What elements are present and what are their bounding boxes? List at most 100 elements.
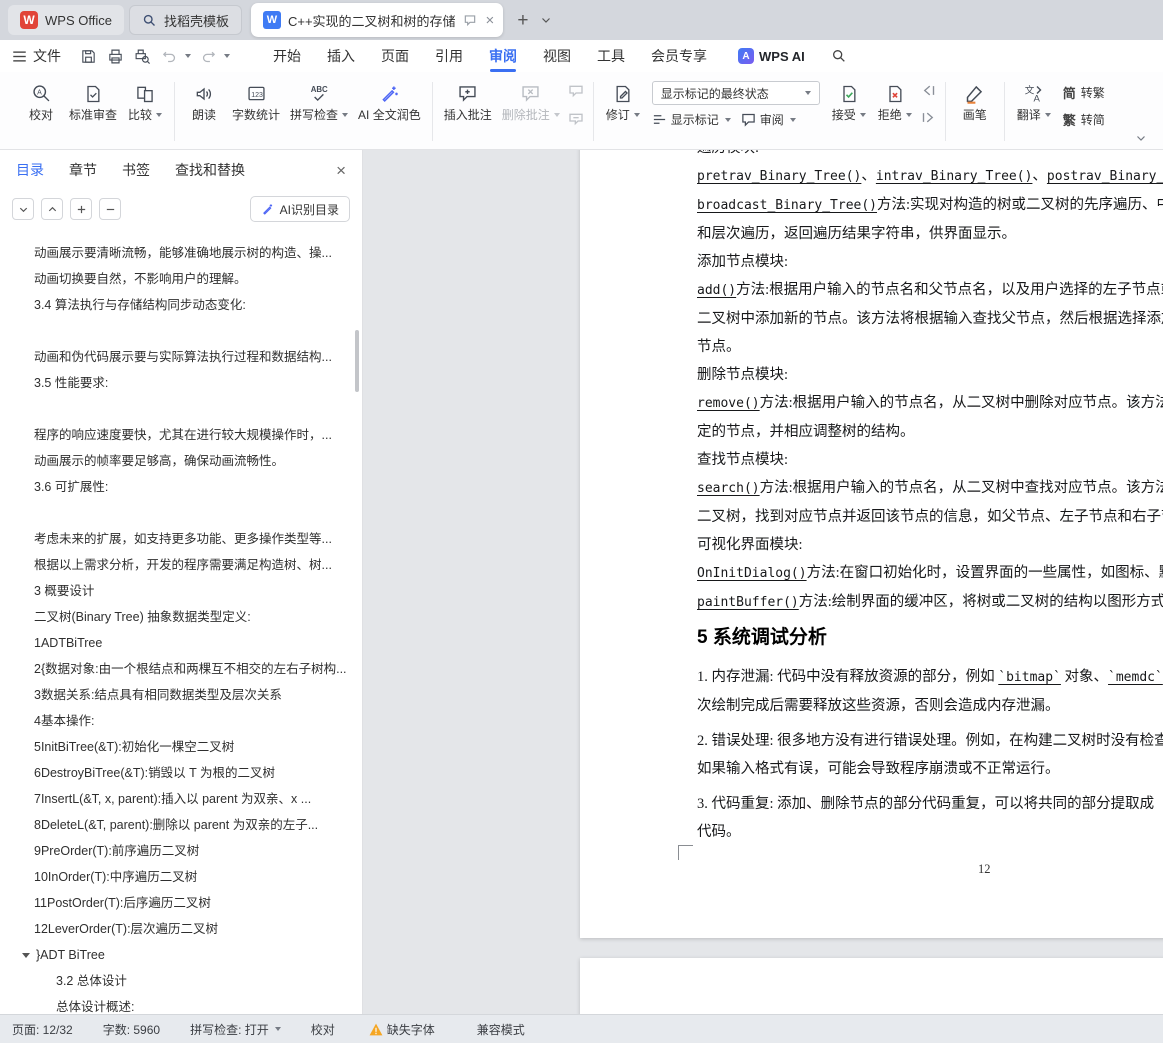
- toc-item[interactable]: 根据以上需求分析，开发的程序需要满足构造树、树...: [0, 552, 362, 578]
- collapse-arrow-icon[interactable]: [22, 952, 30, 958]
- search-icon: [832, 50, 845, 62]
- search-button[interactable]: [831, 48, 847, 64]
- tab-wps-office[interactable]: W WPS Office: [8, 5, 124, 35]
- toc-item[interactable]: 11PostOrder(T):后序遍历二叉树: [0, 890, 362, 916]
- toc-item[interactable]: 3.4 算法执行与存储结构同步动态变化:: [0, 292, 362, 318]
- tab-member[interactable]: 会员专享: [638, 40, 720, 72]
- sidebar-tab-bookmarks[interactable]: 书签: [122, 160, 150, 180]
- next-change-button[interactable]: [921, 111, 936, 129]
- tab-view[interactable]: 视图: [530, 40, 584, 72]
- toc-item[interactable]: 3数据关系:结点具有相同数据类型及层次关系: [0, 682, 362, 708]
- proofread-button[interactable]: A 校对: [18, 79, 64, 124]
- toc-item[interactable]: 4基本操作:: [0, 708, 362, 734]
- next-comment-button[interactable]: [568, 112, 584, 131]
- tab-reference[interactable]: 引用: [422, 40, 476, 72]
- word-count-indicator[interactable]: 字数: 5960: [103, 1021, 160, 1038]
- tab-insert[interactable]: 插入: [314, 40, 368, 72]
- toc-item[interactable]: 7InsertL(&T, x, parent):插入以 parent 为双亲、x…: [0, 786, 362, 812]
- markup-state-select[interactable]: 显示标记的最终状态: [651, 81, 820, 105]
- previous-change-button[interactable]: [921, 84, 936, 102]
- tab-list-caret-icon[interactable]: [540, 14, 552, 26]
- proofread-status[interactable]: 校对: [311, 1021, 335, 1038]
- spell-check-status[interactable]: 拼写检查: 打开: [190, 1021, 281, 1038]
- new-tab-button[interactable]: +: [517, 11, 528, 30]
- reject-button[interactable]: 拒绝: [872, 79, 918, 124]
- toc-item[interactable]: 动画和伪代码展示要与实际算法执行过程和数据结构...: [0, 344, 362, 370]
- to-simplified-button[interactable]: 繁 转简: [1063, 110, 1105, 129]
- toc-zoom-in-button[interactable]: [70, 198, 92, 220]
- ai-polish-button[interactable]: AI 全文润色: [353, 79, 426, 124]
- toc-item[interactable]: 总体设计概述:: [0, 994, 362, 1014]
- read-aloud-button[interactable]: 朗读: [181, 79, 227, 124]
- wps-ai-button[interactable]: A WPS AI: [738, 48, 805, 64]
- save-button[interactable]: [76, 44, 101, 68]
- redo-button[interactable]: [195, 44, 230, 68]
- toc-expand-button[interactable]: [12, 198, 34, 220]
- ribbon-separator: [944, 82, 946, 141]
- toc-item[interactable]: 6DestroyBiTree(&T):销毁以 T 为根的二叉树: [0, 760, 362, 786]
- proofread-icon: A: [31, 80, 52, 107]
- ink-button[interactable]: 画笔: [952, 79, 998, 124]
- doc-line: 如果输入格式有误，可能会导致程序崩溃或不正常运行。: [697, 761, 1060, 777]
- sidebar-tab-contents[interactable]: 目录: [16, 160, 44, 180]
- toc-item[interactable]: 3.5 性能要求:: [0, 370, 362, 396]
- toc-item[interactable]: 8DeleteL(&T, parent):删除以 parent 为双亲的左子..…: [0, 812, 362, 838]
- toc-item[interactable]: 动画展示要清晰流畅，能够准确地展示树的构造、操...: [0, 240, 362, 266]
- sidebar-close-icon[interactable]: ×: [336, 162, 346, 179]
- ai-recognize-toc-button[interactable]: AI识别目录: [249, 196, 350, 222]
- toc-item[interactable]: 3.6 可扩展性:: [0, 474, 362, 500]
- sidebar-tab-chapters[interactable]: 章节: [69, 160, 97, 180]
- toc-collapse-button[interactable]: [41, 198, 63, 220]
- print-preview-button[interactable]: [130, 44, 155, 68]
- show-markup-button[interactable]: 显示标记: [652, 111, 731, 128]
- document-page[interactable]: 遍历模块: pretrav_Binary_Tree()、intrav_Binary…: [580, 150, 1163, 938]
- word-count-button[interactable]: 123 字数统计: [227, 79, 285, 124]
- toc-item[interactable]: 二叉树(Binary Tree) 抽象数据类型定义:: [0, 604, 362, 630]
- close-tab-icon[interactable]: ×: [486, 13, 495, 28]
- toc-item[interactable]: 3.2 总体设计: [0, 968, 362, 994]
- track-changes-button[interactable]: 修订: [600, 79, 646, 124]
- compare-button[interactable]: 比较: [122, 79, 168, 124]
- toc-item[interactable]: 12LeverOrder(T):层次遍历二叉树: [0, 916, 362, 942]
- tab-review[interactable]: 审阅: [476, 40, 530, 72]
- toc-item[interactable]: 考虑未来的扩展，如支持更多功能、更多操作类型等...: [0, 526, 362, 552]
- sidebar-scrollbar[interactable]: [355, 330, 359, 392]
- print-icon: [109, 49, 122, 63]
- accept-button[interactable]: 接受: [826, 79, 872, 124]
- translate-button[interactable]: 文A 翻译: [1011, 79, 1057, 124]
- toc-item[interactable]: 2{数据对象:由一个根结点和两棵互不相交的左右子树构...: [0, 656, 362, 682]
- tab-page[interactable]: 页面: [368, 40, 422, 72]
- toc-zoom-out-button[interactable]: [99, 198, 121, 220]
- tab-template-store[interactable]: 找稻壳模板: [128, 5, 242, 35]
- to-traditional-button[interactable]: 简 转繁: [1063, 83, 1105, 102]
- insert-comment-button[interactable]: 插入批注: [439, 79, 497, 124]
- page-indicator[interactable]: 页面: 12/32: [12, 1021, 73, 1038]
- tab-home[interactable]: 开始: [260, 40, 314, 72]
- doc-line: 遍历模块:: [697, 150, 1163, 162]
- file-menu-button[interactable]: 文件: [12, 46, 61, 66]
- toc-item[interactable]: 10InOrder(T):中序遍历二叉树: [0, 864, 362, 890]
- toc-item[interactable]: 5InitBiTree(&T):初始化一棵空二叉树: [0, 734, 362, 760]
- track-changes-icon: [613, 80, 633, 107]
- tab-tools[interactable]: 工具: [584, 40, 638, 72]
- toc-item[interactable]: 程序的响应速度要快，尤其在进行较大规模操作时，...: [0, 422, 362, 448]
- missing-font-warning[interactable]: 缺失字体: [369, 1021, 435, 1038]
- delete-comment-button[interactable]: 删除批注: [497, 79, 565, 124]
- spell-check-button[interactable]: ABC 拼写检查: [285, 79, 353, 124]
- ribbon-collapse-button[interactable]: [1135, 132, 1147, 144]
- next-change-icon: [922, 112, 934, 123]
- sidebar-tab-find-replace[interactable]: 查找和替换: [175, 160, 245, 180]
- next-document-page[interactable]: [580, 958, 1163, 1014]
- toc-item[interactable]: 1ADTBiTree: [0, 630, 362, 656]
- undo-button[interactable]: [156, 44, 191, 68]
- toc-item[interactable]: }ADT BiTree: [0, 942, 362, 968]
- print-button[interactable]: [103, 44, 128, 68]
- previous-comment-button[interactable]: [568, 84, 584, 103]
- tab-document-active[interactable]: W C++实现的二叉树和树的存储 ×: [250, 3, 504, 37]
- review-pane-button[interactable]: 审阅: [741, 111, 796, 128]
- toc-item[interactable]: 动画展示的帧率要足够高，确保动画流畅性。: [0, 448, 362, 474]
- toc-item[interactable]: 3 概要设计: [0, 578, 362, 604]
- toc-item[interactable]: 动画切换要自然，不影响用户的理解。: [0, 266, 362, 292]
- standard-review-button[interactable]: 标准审查: [64, 79, 122, 124]
- toc-item[interactable]: 9PreOrder(T):前序遍历二叉树: [0, 838, 362, 864]
